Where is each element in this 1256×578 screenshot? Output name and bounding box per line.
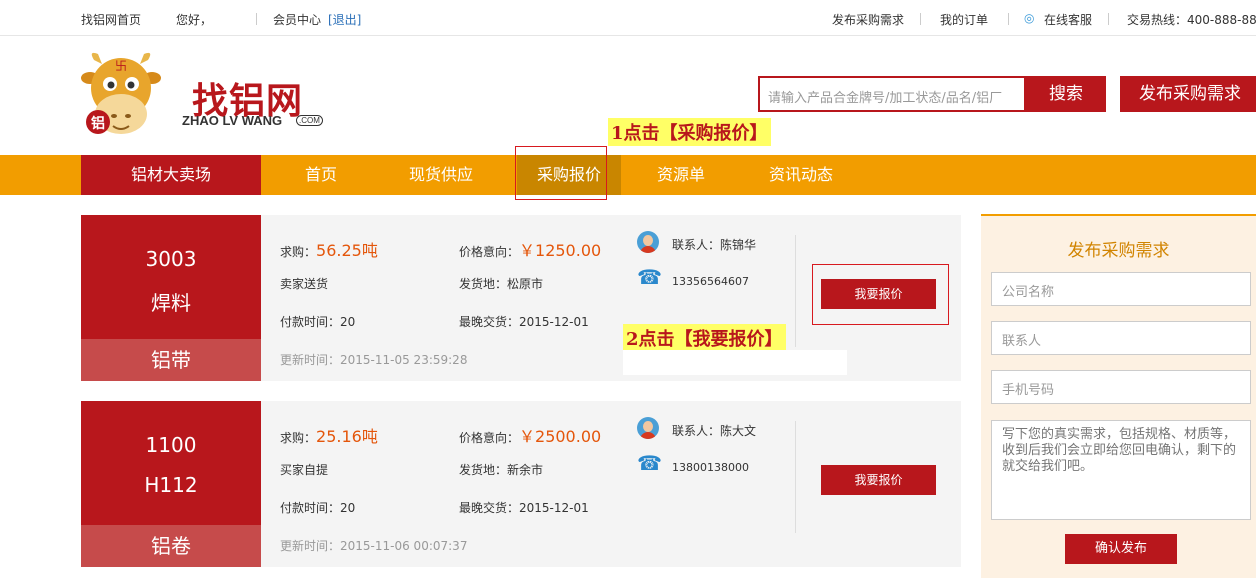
price-value: ￥2500.00 bbox=[519, 427, 602, 446]
main-nav: 铝材大卖场 首页 现货供应 采购报价 资源单 资讯动态 bbox=[0, 155, 1256, 195]
nav-news[interactable]: 资讯动态 bbox=[758, 155, 844, 195]
my-orders-link[interactable]: 我的订单 bbox=[940, 11, 988, 28]
nav-resource-list[interactable]: 资源单 bbox=[643, 155, 719, 195]
buy-label: 求购： bbox=[280, 431, 317, 445]
temper-text: H112 bbox=[144, 473, 198, 497]
product-type: 铝带 bbox=[81, 339, 261, 381]
divider bbox=[795, 421, 796, 533]
payment-text: 付款时间：20 bbox=[280, 501, 356, 515]
avatar bbox=[637, 417, 659, 439]
origin-text: 发货地：新余市 bbox=[459, 463, 544, 477]
alloy-code: 3003 bbox=[145, 247, 197, 271]
highlight-box bbox=[515, 146, 607, 200]
annotation-backdrop bbox=[623, 350, 847, 375]
contact-text: 联系人：陈锦华 bbox=[672, 238, 757, 252]
publish-demand-link[interactable]: 发布采购需求 bbox=[832, 11, 904, 28]
divider bbox=[1008, 13, 1009, 25]
highlight-box bbox=[812, 264, 949, 325]
divider bbox=[795, 235, 796, 347]
contact-text: 联系人：陈大文 bbox=[672, 424, 757, 438]
member-center-link[interactable]: 会员中心 bbox=[273, 11, 321, 28]
step1-annotation: 1点击【采购报价】 bbox=[608, 118, 771, 146]
logo-com: .COM bbox=[296, 115, 323, 126]
home-link[interactable]: 找铝网首页 bbox=[81, 11, 141, 28]
publish-demand-button[interactable]: 发布采购需求 bbox=[1120, 76, 1256, 112]
alloy-code: 1100 bbox=[145, 433, 197, 457]
avatar bbox=[637, 231, 659, 253]
listing-card: 1100 H112 铝卷 求购：25.16吨 价格意向：￥2500.00 买家自… bbox=[81, 401, 961, 567]
mobile-field[interactable]: 手机号码 bbox=[991, 370, 1251, 404]
divider bbox=[256, 13, 257, 25]
phone-number: 13800138000 bbox=[672, 461, 749, 474]
search-button[interactable]: 搜索 bbox=[1026, 76, 1106, 112]
delivery-method: 买家自提 bbox=[280, 463, 329, 477]
nav-home[interactable]: 首页 bbox=[281, 155, 361, 195]
contact-person-field[interactable]: 联系人 bbox=[991, 321, 1251, 355]
nav-spot-supply[interactable]: 现货供应 bbox=[396, 155, 486, 195]
quantity-value: 25.16吨 bbox=[316, 427, 378, 446]
buy-label: 求购： bbox=[280, 245, 317, 259]
price-label: 价格意向： bbox=[459, 245, 520, 259]
publish-demand-form: 发布采购需求 公司名称 联系人 手机号码 确认发布 bbox=[981, 214, 1256, 578]
form-title: 发布采购需求 bbox=[1067, 241, 1170, 261]
payment-text: 付款时间：20 bbox=[280, 315, 356, 329]
site-logo[interactable]: 卐 铝 找铝网 ZHAO LV WANG .COM bbox=[80, 48, 330, 144]
updated-text: 更新时间：2015-11-06 00:07:37 bbox=[280, 539, 468, 553]
phone-icon: ☎ bbox=[637, 451, 662, 475]
product-type: 铝卷 bbox=[81, 525, 261, 567]
hotline-text: 交易热线：400-888-8888 bbox=[1127, 13, 1256, 27]
top-bar: 找铝网首页 您好， 会员中心 [退出] 发布采购需求 我的订单 ◎ 在线客服 交… bbox=[0, 0, 1256, 36]
quote-button[interactable]: 我要报价 bbox=[821, 465, 936, 495]
headset-icon: ◎ bbox=[1024, 11, 1035, 25]
price-value: ￥1250.00 bbox=[519, 241, 602, 260]
company-name-field[interactable]: 公司名称 bbox=[991, 272, 1251, 306]
phone-number: 13356564607 bbox=[672, 275, 749, 288]
quantity-value: 56.25吨 bbox=[316, 241, 378, 260]
logo-badge: 铝 bbox=[91, 116, 105, 132]
logout-link[interactable]: [退出] bbox=[328, 11, 361, 28]
phone-icon: ☎ bbox=[637, 265, 662, 289]
svg-text:卐: 卐 bbox=[115, 59, 127, 73]
deadline-text: 最晚交货：2015-12-01 bbox=[459, 315, 589, 329]
product-block[interactable]: 1100 H112 铝卷 bbox=[81, 401, 261, 567]
price-label: 价格意向： bbox=[459, 431, 520, 445]
step2-annotation: 2点击【我要报价】 bbox=[623, 324, 786, 352]
logo-pinyin: ZHAO LV WANG bbox=[182, 113, 283, 128]
search-input[interactable]: 请输入产品合金牌号/加工状态/品名/铝厂 bbox=[758, 76, 1026, 112]
product-block[interactable]: 3003 焊料 铝带 bbox=[81, 215, 261, 381]
temper-text: 焊料 bbox=[151, 291, 191, 315]
divider bbox=[920, 13, 921, 25]
origin-text: 发货地：松原市 bbox=[459, 277, 544, 291]
updated-text: 更新时间：2015-11-05 23:59:28 bbox=[280, 353, 468, 367]
online-service-link[interactable]: 在线客服 bbox=[1044, 11, 1092, 28]
confirm-publish-button[interactable]: 确认发布 bbox=[1065, 534, 1177, 564]
deadline-text: 最晚交货：2015-12-01 bbox=[459, 501, 589, 515]
greeting-text: 您好， bbox=[176, 13, 213, 27]
requirement-textarea[interactable] bbox=[991, 420, 1251, 520]
category-menu[interactable]: 铝材大卖场 bbox=[81, 155, 261, 195]
delivery-method: 卖家送货 bbox=[280, 277, 329, 291]
divider bbox=[1108, 13, 1109, 25]
